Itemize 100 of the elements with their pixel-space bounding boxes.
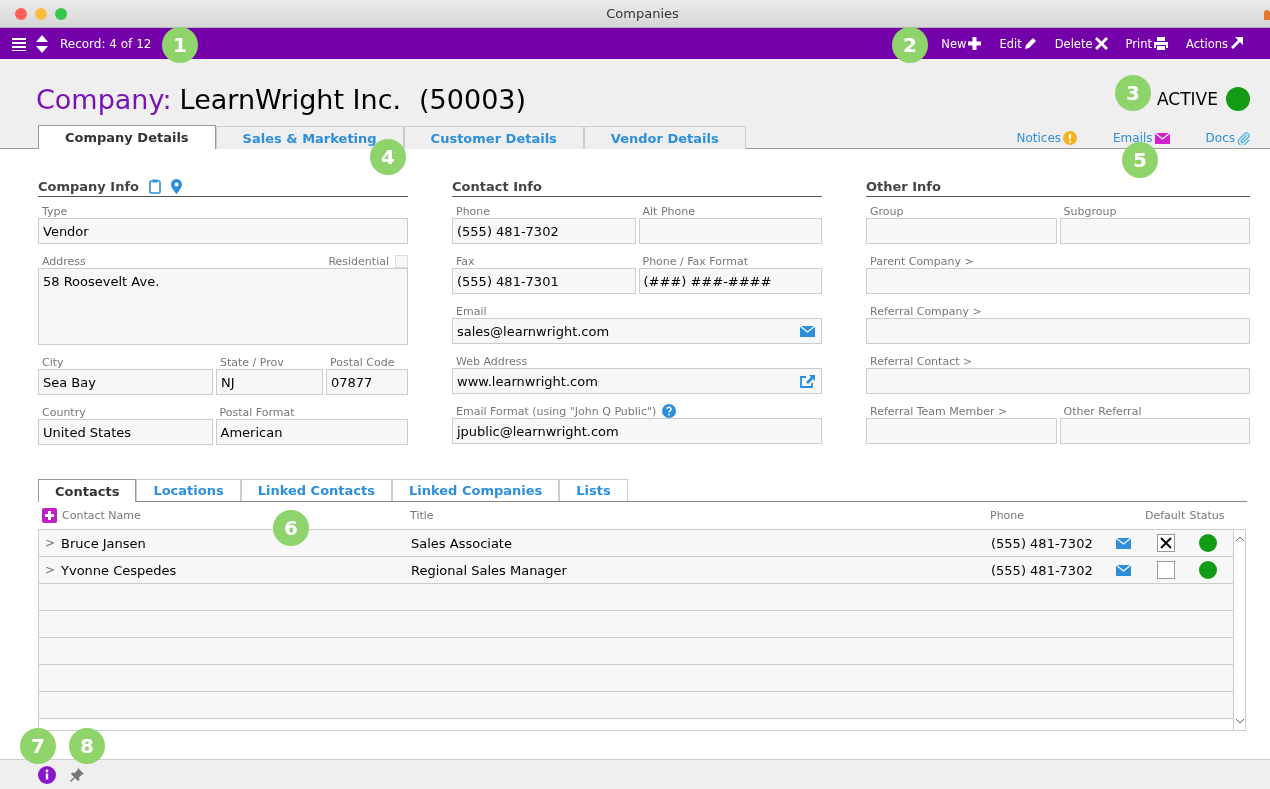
- up-down-arrows-icon[interactable]: [36, 34, 48, 53]
- input-field[interactable]: [638, 218, 822, 244]
- field-label: Address: [42, 254, 86, 268]
- field-label: Alt Phone: [642, 204, 695, 218]
- callout-badge: 6: [273, 510, 309, 546]
- field-label: Referral Company >: [870, 304, 982, 318]
- paperclip-icon: [1237, 131, 1250, 145]
- input-field[interactable]: [866, 218, 1057, 244]
- input-field[interactable]: (555) 481-7302: [452, 218, 636, 244]
- input-field[interactable]: [866, 268, 1250, 294]
- column-header: Phone: [990, 509, 1026, 522]
- input-field[interactable]: [1059, 218, 1250, 244]
- close-button[interactable]: [15, 7, 27, 20]
- field-label: Fax: [456, 254, 475, 268]
- location-pin-icon[interactable]: [171, 179, 183, 194]
- input-field[interactable]: 58 Roosevelt Ave.: [38, 268, 408, 345]
- input-field[interactable]: [866, 368, 1250, 394]
- pin-icon[interactable]: [70, 767, 84, 782]
- toolbar-button[interactable]: Print: [1122, 36, 1171, 51]
- column-header: Contact Name: [62, 509, 142, 522]
- section-heading: Other Info: [866, 179, 941, 194]
- plus-icon: [968, 37, 982, 50]
- table-cell-text: (555) 481-7302: [991, 535, 1094, 551]
- input-field[interactable]: 07877: [326, 369, 408, 395]
- field-label: Subgroup: [1063, 204, 1117, 218]
- callout-badge: 7: [20, 728, 56, 764]
- input-field[interactable]: sales@learnwright.com: [452, 318, 822, 344]
- toolbar-button[interactable]: Actions: [1183, 36, 1246, 51]
- field-label: Other Referral: [1063, 404, 1142, 418]
- input-field[interactable]: (###) ###-####: [638, 268, 822, 294]
- window-title: Companies: [606, 6, 679, 21]
- section-heading: Company Info: [38, 179, 140, 194]
- zoom-button[interactable]: [55, 7, 67, 20]
- callout-badge: 8: [69, 728, 105, 764]
- field-label: Postal Format: [219, 405, 295, 419]
- expand-arrow[interactable]: >: [39, 563, 61, 577]
- field-label: Phone: [456, 204, 491, 218]
- input-field[interactable]: jpublic@learnwright.com: [452, 418, 822, 444]
- field-label: Email Format (using "John Q Public"): [456, 404, 657, 418]
- caret-down-icon[interactable]: [1234, 717, 1245, 725]
- clipboard-icon[interactable]: [149, 179, 162, 194]
- input-field[interactable]: American: [215, 419, 408, 445]
- pencil-icon: [1023, 37, 1037, 50]
- input-field[interactable]: Vendor: [38, 218, 408, 244]
- toolbar-button[interactable]: New: [938, 36, 985, 51]
- input-field[interactable]: Sea Bay: [38, 369, 213, 395]
- field-label: Email: [456, 304, 487, 318]
- external-link-icon[interactable]: [800, 374, 815, 388]
- table-cell-text: Regional Sales Manager: [411, 562, 568, 578]
- table-cell-text: Yvonne Cespedes: [61, 562, 178, 578]
- toolbar-button[interactable]: Edit: [996, 36, 1040, 51]
- field-label: Country: [42, 405, 86, 419]
- company-name: LearnWright Inc.: [179, 83, 402, 115]
- add-icon[interactable]: [42, 508, 57, 523]
- help-icon[interactable]: [662, 404, 677, 418]
- field-label: Parent Company >: [870, 254, 974, 268]
- toolbar-button[interactable]: Delete: [1051, 36, 1111, 51]
- input-field[interactable]: (555) 481-7301: [452, 268, 636, 294]
- field-label: Type: [42, 204, 68, 218]
- column-header: Default: [1145, 509, 1185, 522]
- input-field[interactable]: [1059, 418, 1250, 444]
- info-icon[interactable]: [38, 765, 56, 784]
- input-field[interactable]: NJ: [216, 369, 323, 395]
- table-cell-text: Bruce Jansen: [61, 535, 147, 551]
- mail-icon[interactable]: [800, 325, 815, 337]
- mail-icon[interactable]: [1116, 537, 1131, 549]
- expand-arrow[interactable]: >: [39, 536, 61, 550]
- status-text: ACTIVE: [1157, 89, 1218, 109]
- mail-icon: [1154, 132, 1170, 144]
- scrollbar[interactable]: [1233, 530, 1246, 730]
- record-type-label: Company:: [36, 83, 172, 115]
- arrow-icon: [1230, 37, 1243, 50]
- field-label: Group: [870, 204, 904, 218]
- mail-icon[interactable]: [1116, 564, 1131, 576]
- column-header: Status: [1188, 509, 1226, 522]
- x-icon: [1094, 37, 1108, 50]
- record-counter: Record: 4 of 12: [60, 36, 152, 51]
- input-field[interactable]: [866, 318, 1250, 344]
- field-label: Referral Team Member >: [870, 404, 1008, 418]
- field-label: Phone / Fax Format: [642, 254, 749, 268]
- status-dot: [1226, 87, 1250, 111]
- field-label: City: [42, 355, 64, 369]
- company-number: (50003): [419, 83, 527, 115]
- checkbox[interactable]: [1157, 561, 1175, 579]
- tab[interactable]: Contacts: [38, 479, 137, 502]
- checkbox-label: Residential: [328, 254, 389, 268]
- caret-up-icon[interactable]: [1234, 535, 1245, 543]
- input-field[interactable]: www.learnwright.com: [452, 368, 822, 394]
- printer-icon: [1154, 37, 1168, 50]
- column-header: Title: [410, 509, 435, 522]
- input-field[interactable]: [866, 418, 1057, 444]
- input-field[interactable]: United States: [38, 419, 213, 445]
- callout-badge: 5: [1122, 142, 1158, 178]
- checkbox[interactable]: [1157, 534, 1175, 552]
- table-cell-text: Sales Associate: [411, 535, 513, 551]
- table-cell-text: (555) 481-7302: [991, 562, 1094, 578]
- field-label: Web Address: [456, 354, 528, 368]
- field-label: Referral Contact >: [870, 354, 973, 368]
- tab[interactable]: Company Details: [38, 125, 216, 149]
- menu-icon[interactable]: [12, 36, 26, 51]
